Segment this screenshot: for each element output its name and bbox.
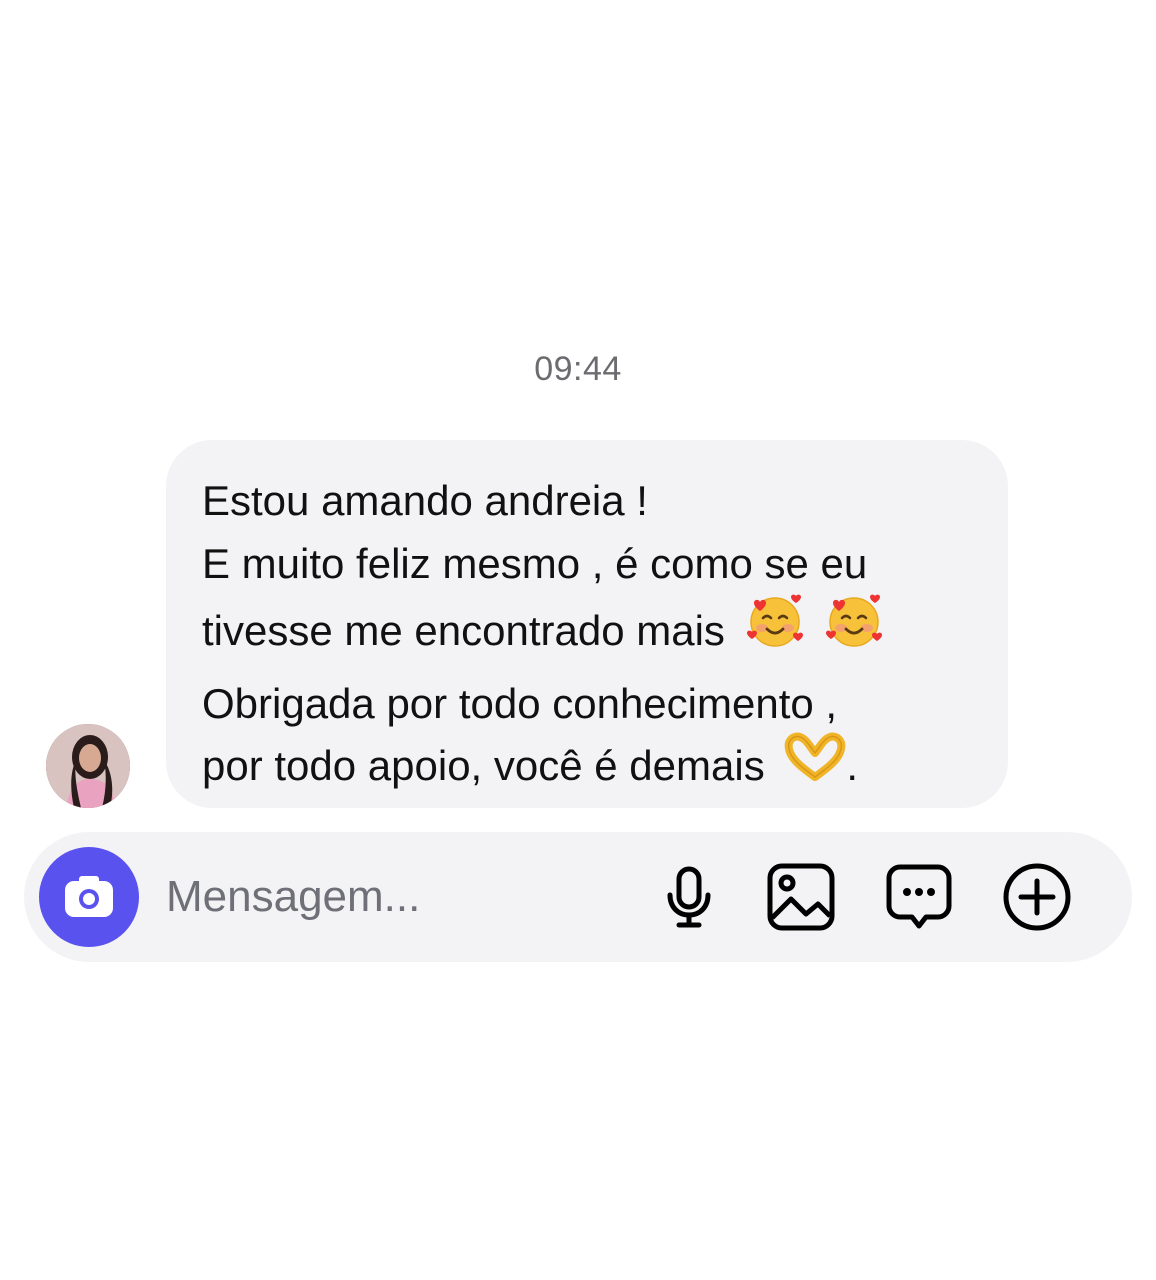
more-options-button[interactable]	[1002, 862, 1072, 932]
gallery-button[interactable]	[766, 862, 836, 932]
smiling-face-with-hearts-icon	[824, 591, 884, 669]
message-bubble[interactable]: Estou amando andreia ! E muito feliz mes…	[166, 440, 1008, 808]
message-text: tivesse me encontrado mais	[202, 606, 725, 654]
message-composer	[24, 832, 1132, 962]
camera-button[interactable]	[39, 847, 139, 947]
sticker-button[interactable]	[884, 862, 954, 932]
sticker-icon	[886, 864, 952, 929]
message-timestamp: 09:44	[534, 350, 622, 388]
avatar-photo	[46, 724, 130, 808]
message-line-1: Estou amando andreia !	[202, 470, 972, 533]
message-text: E muito feliz mesmo , é como se eu	[202, 539, 868, 587]
camera-icon	[65, 876, 113, 917]
message-text: por todo apoio, você é demais	[202, 742, 765, 789]
message-input[interactable]	[166, 866, 636, 928]
image-icon	[767, 863, 835, 931]
message-line-3: tivesse me encontrado mais	[202, 594, 972, 673]
microphone-button[interactable]	[654, 862, 724, 932]
heart-hands-icon	[784, 731, 846, 799]
avatar[interactable]	[46, 724, 130, 808]
message-line-5: por todo apoio, você é demais .	[202, 732, 972, 803]
message-text: Obrigada por todo conhecimento ,	[202, 679, 838, 727]
microphone-icon	[667, 866, 711, 928]
message-text: Estou amando andreia !	[202, 477, 648, 524]
smiling-face-with-hearts-icon	[745, 591, 805, 669]
plus-circle-icon	[1003, 863, 1071, 931]
message-suffix: .	[846, 742, 859, 789]
message-line-4: Obrigada por todo conhecimento ,	[202, 673, 972, 736]
message-line-2: E muito feliz mesmo , é como se eu	[202, 533, 972, 596]
